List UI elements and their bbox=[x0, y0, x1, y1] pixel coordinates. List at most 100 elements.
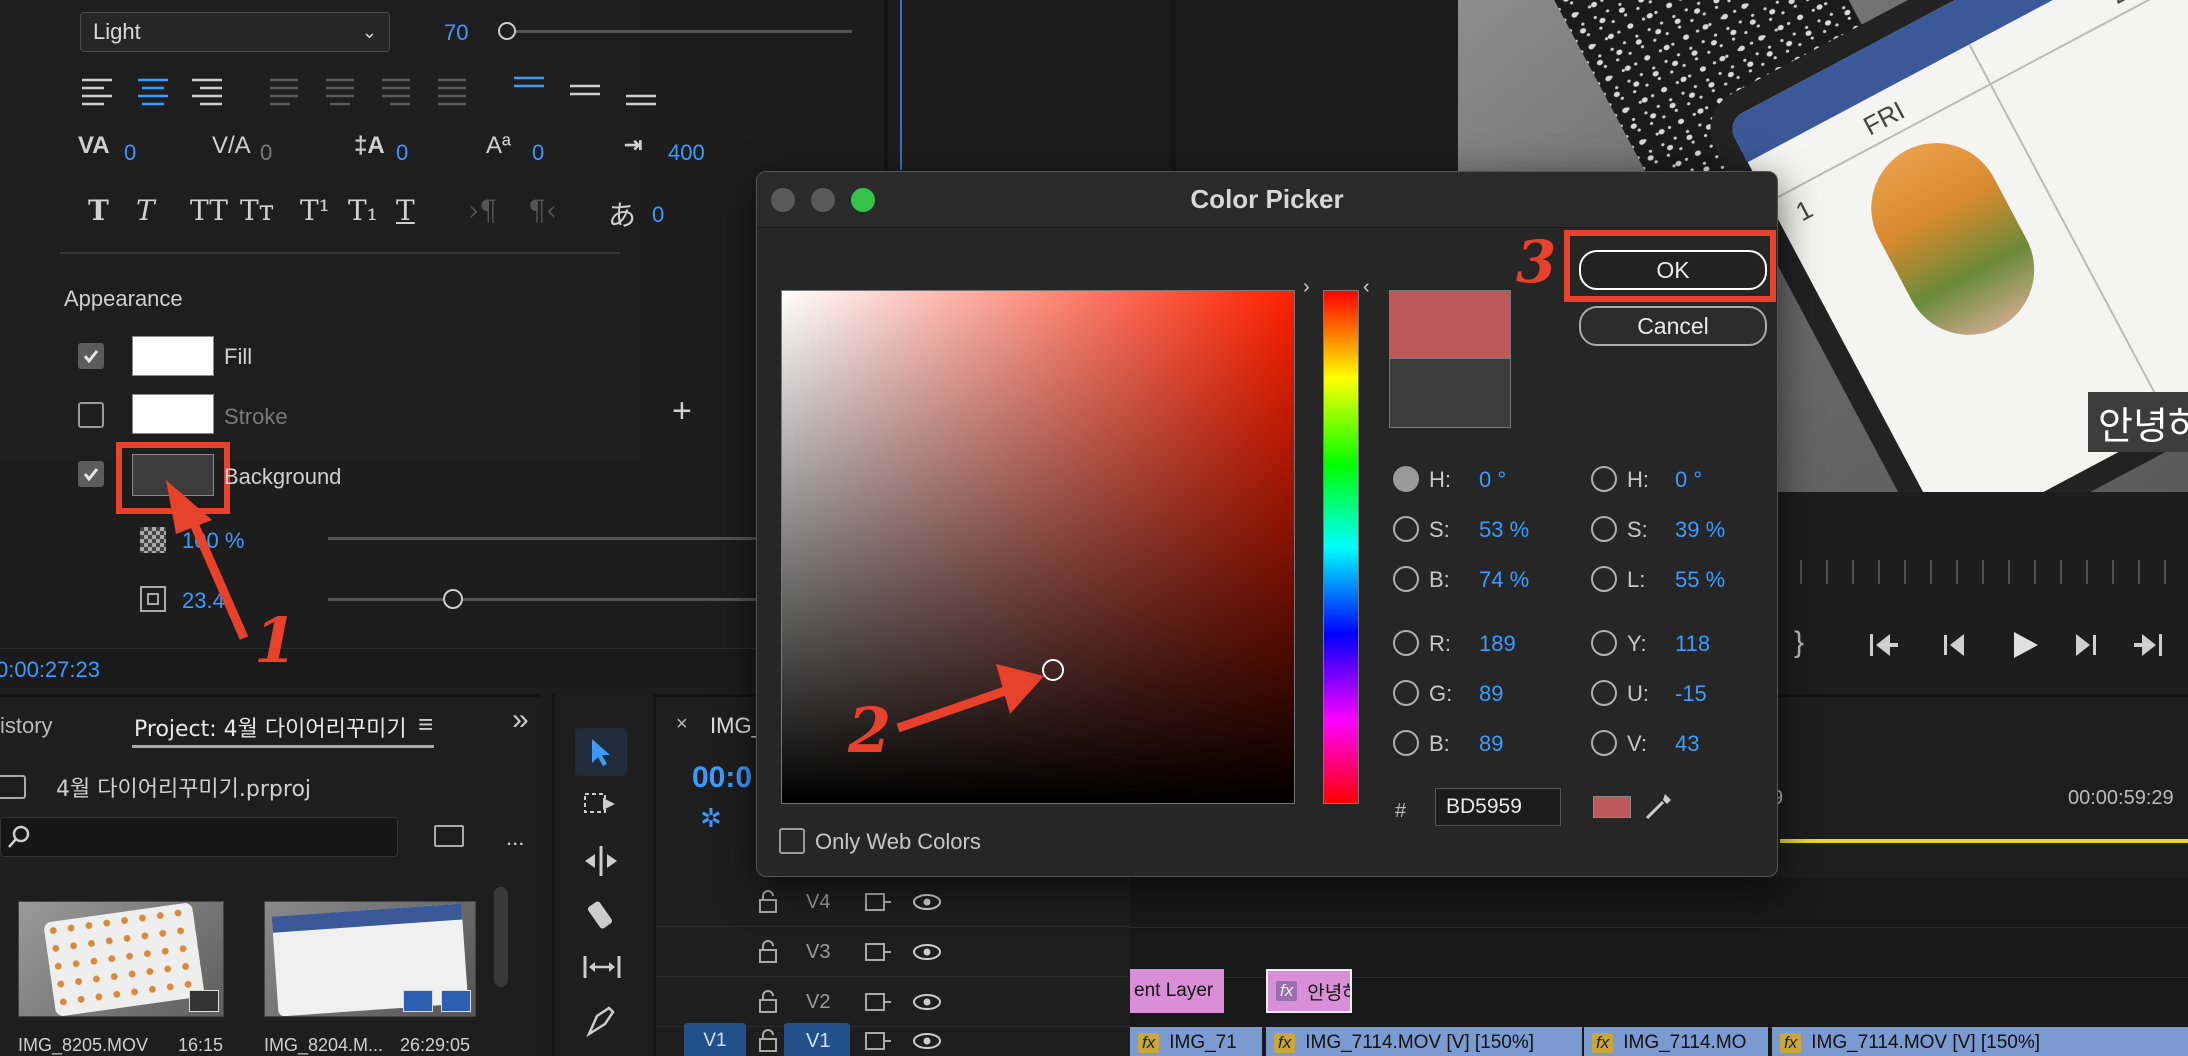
opacity-slider-track[interactable] bbox=[328, 537, 768, 540]
more-options-icon[interactable]: ... bbox=[506, 825, 524, 851]
project-search-input[interactable] bbox=[0, 817, 398, 857]
hsl-saturation-value-field[interactable]: 39 % bbox=[1675, 517, 1725, 543]
timeline-clip-video[interactable]: fx IMG_7114.MOV [V] [150%] bbox=[1266, 1027, 1582, 1056]
background-checkbox[interactable] bbox=[78, 461, 104, 487]
rtl-icon[interactable]: ¶‹ bbox=[528, 194, 557, 227]
only-web-colors-checkbox[interactable] bbox=[779, 828, 805, 854]
sync-lock-icon[interactable] bbox=[864, 991, 892, 1013]
hsl-hue-value-field[interactable]: 0 ° bbox=[1675, 467, 1702, 493]
sync-lock-icon[interactable] bbox=[864, 891, 892, 913]
track-select-icon[interactable] bbox=[583, 790, 623, 820]
radio-hsl-saturation[interactable] bbox=[1591, 516, 1617, 542]
timeline-clip-text[interactable]: fx 안녕하 bbox=[1266, 969, 1352, 1013]
slip-icon[interactable] bbox=[581, 952, 625, 982]
fill-color-swatch[interactable] bbox=[132, 336, 214, 376]
overflow-chevron-icon[interactable]: » bbox=[512, 703, 529, 737]
green-value-field[interactable]: 89 bbox=[1479, 681, 1503, 707]
eye-icon[interactable] bbox=[912, 891, 942, 913]
tab-width-value[interactable]: 400 bbox=[668, 140, 705, 166]
brightness-value-field[interactable]: 74 % bbox=[1479, 567, 1529, 593]
ltr-icon[interactable]: ›¶ bbox=[468, 194, 497, 227]
folder-up-icon[interactable] bbox=[0, 775, 26, 799]
go-to-out-icon[interactable] bbox=[2134, 634, 2162, 656]
radio-v[interactable] bbox=[1591, 730, 1617, 756]
size-slider-thumb[interactable] bbox=[443, 589, 463, 609]
eyedropper-icon[interactable] bbox=[1641, 790, 1675, 824]
superscript-icon[interactable]: T¹ bbox=[300, 194, 330, 227]
current-timecode[interactable]: 0:00:27:23 bbox=[0, 657, 100, 683]
radio-hsl-hue[interactable] bbox=[1591, 466, 1617, 492]
radio-u[interactable] bbox=[1591, 680, 1617, 706]
stroke-checkbox[interactable] bbox=[78, 402, 104, 428]
blue-value-field[interactable]: 89 bbox=[1479, 731, 1503, 757]
all-caps-icon[interactable]: TT bbox=[190, 194, 228, 227]
saturation-value-field[interactable]: 53 % bbox=[1479, 517, 1529, 543]
align-left-icon[interactable] bbox=[82, 78, 112, 106]
timeline-clip-video[interactable]: fx IMG_7114.MO bbox=[1584, 1027, 1768, 1056]
hue-slider[interactable] bbox=[1323, 290, 1359, 804]
faux-bold-icon[interactable]: T bbox=[88, 194, 109, 227]
clip-thumbnail[interactable] bbox=[18, 901, 224, 1017]
hue-pointer-left-icon[interactable]: › bbox=[1303, 276, 1310, 299]
tsume-icon[interactable]: あ bbox=[608, 194, 636, 234]
timeline-clip-video[interactable]: fx IMG_71 bbox=[1130, 1027, 1262, 1056]
hex-input[interactable]: BD5959 bbox=[1435, 788, 1561, 826]
close-tab-icon[interactable]: × bbox=[676, 713, 688, 736]
step-forward-icon[interactable] bbox=[2076, 634, 2096, 656]
history-tab[interactable]: istory bbox=[0, 713, 53, 739]
v-value-field[interactable]: 43 bbox=[1675, 731, 1699, 757]
lock-icon[interactable] bbox=[758, 990, 778, 1014]
dialog-titlebar[interactable]: Color Picker bbox=[757, 172, 1777, 228]
panel-menu-icon[interactable]: ≡ bbox=[418, 709, 433, 740]
ripple-edit-icon[interactable] bbox=[583, 844, 623, 878]
track-name[interactable]: V1 bbox=[806, 1030, 830, 1053]
work-area-bar[interactable] bbox=[1780, 839, 2188, 843]
font-style-select[interactable]: Light ⌄ bbox=[80, 12, 390, 52]
kerning-value[interactable]: 0 bbox=[124, 140, 136, 166]
faux-italic-icon[interactable]: T bbox=[136, 194, 155, 227]
small-caps-icon[interactable]: Tᴛ bbox=[240, 194, 274, 227]
tracking-value[interactable]: 0 bbox=[260, 140, 272, 166]
tsume-value[interactable]: 0 bbox=[652, 202, 664, 228]
red-value-field[interactable]: 189 bbox=[1479, 631, 1516, 657]
sync-lock-icon[interactable] bbox=[864, 1030, 892, 1052]
track-name[interactable]: V4 bbox=[806, 891, 830, 914]
snap-icon[interactable]: ✲ bbox=[700, 803, 722, 834]
timeline-clip-adjustment-layer[interactable]: ent Layer bbox=[1130, 969, 1224, 1013]
radio-y[interactable] bbox=[1591, 630, 1617, 656]
radio-hue[interactable] bbox=[1393, 466, 1419, 492]
stroke-color-swatch[interactable] bbox=[132, 394, 214, 434]
baseline-shift-value[interactable]: 0 bbox=[532, 140, 544, 166]
align-center-icon[interactable] bbox=[138, 78, 168, 106]
sync-lock-icon[interactable] bbox=[864, 941, 892, 963]
find-bin-icon[interactable] bbox=[434, 825, 464, 847]
track-name[interactable]: V2 bbox=[806, 991, 830, 1014]
radio-brightness[interactable] bbox=[1393, 566, 1419, 592]
size-value[interactable]: 23.4 bbox=[182, 588, 225, 614]
timeline-clip-video[interactable]: fx IMG_7114.MOV [V] [150%] bbox=[1772, 1027, 2188, 1056]
project-scrollbar[interactable] bbox=[494, 887, 508, 987]
radio-saturation[interactable] bbox=[1393, 516, 1419, 542]
lock-icon[interactable] bbox=[758, 890, 778, 914]
leading-value[interactable]: 0 bbox=[396, 140, 408, 166]
play-icon[interactable] bbox=[2014, 632, 2038, 658]
lightness-value-field[interactable]: 55 % bbox=[1675, 567, 1725, 593]
cancel-button[interactable]: Cancel bbox=[1579, 306, 1767, 346]
font-size-value[interactable]: 70 bbox=[444, 20, 468, 46]
vertical-align-top-icon[interactable] bbox=[514, 76, 544, 88]
go-to-in-icon[interactable] bbox=[1870, 634, 1898, 656]
color-field-cursor[interactable] bbox=[1042, 659, 1064, 681]
radio-green[interactable] bbox=[1393, 680, 1419, 706]
project-tab[interactable]: Project: 4월 다이어리꾸미기 bbox=[134, 711, 407, 743]
opacity-value[interactable]: 100 % bbox=[182, 528, 244, 554]
marker-bracket[interactable]: } bbox=[1794, 626, 1804, 660]
track-name[interactable]: V3 bbox=[806, 941, 830, 964]
hue-pointer-right-icon[interactable]: ‹ bbox=[1363, 276, 1370, 299]
radio-blue[interactable] bbox=[1393, 730, 1419, 756]
u-value-field[interactable]: -15 bbox=[1675, 681, 1707, 707]
pen-tool-icon[interactable] bbox=[583, 1004, 623, 1038]
fill-checkbox[interactable] bbox=[78, 343, 104, 369]
razor-icon[interactable] bbox=[583, 898, 623, 932]
radio-red[interactable] bbox=[1393, 630, 1419, 656]
font-size-slider-thumb[interactable] bbox=[498, 22, 516, 40]
